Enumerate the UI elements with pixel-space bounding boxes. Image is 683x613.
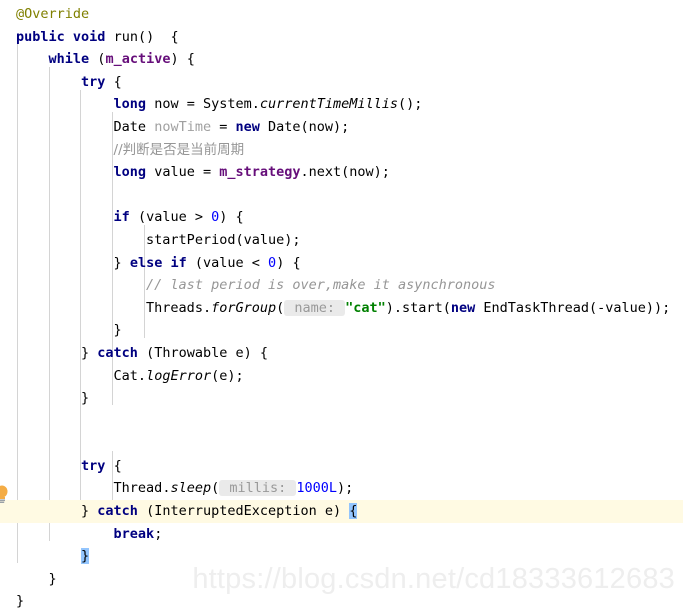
field-m-strategy: m_strategy [219, 164, 301, 181]
field-m-active: m_active [105, 51, 171, 68]
param-hint-millis: millis: [219, 480, 297, 497]
code-line[interactable]: Thread.sleep( millis: 1000L); [0, 477, 683, 500]
code-line[interactable]: startPeriod(value); [0, 229, 683, 252]
number-1000L: 1000L [296, 480, 338, 497]
code-line[interactable]: try { [0, 71, 683, 94]
code-line[interactable]: break; [0, 523, 683, 546]
code-line[interactable] [0, 432, 683, 455]
string-cat: "cat" [345, 299, 386, 316]
code-line[interactable]: if (value > 0) { [0, 206, 683, 229]
code-line[interactable]: long value = m_strategy.next(now); [0, 161, 683, 184]
code-line[interactable]: //判断是否是当前周期 [0, 139, 683, 162]
matched-brace-open: { [349, 503, 358, 520]
code-lines: @Override public void run() { while (m_a… [0, 0, 683, 613]
param-hint-name: name: [284, 299, 346, 316]
code-line[interactable]: try { [0, 455, 683, 478]
code-line[interactable]: } [0, 387, 683, 410]
unused-variable-nowtime: nowTime [154, 118, 212, 135]
code-line[interactable] [0, 184, 683, 207]
code-line[interactable]: Date nowTime = new Date(now); [0, 116, 683, 139]
code-line[interactable]: Cat.logError(e); [0, 365, 683, 388]
code-line[interactable]: } [0, 319, 683, 342]
code-line[interactable]: public void run() { [0, 26, 683, 49]
code-line[interactable]: } catch (Throwable e) { [0, 342, 683, 365]
code-editor[interactable]: @Override public void run() { while (m_a… [0, 0, 683, 609]
code-line[interactable]: Threads.forGroup( name: "cat").start(new… [0, 297, 683, 320]
annotation-override: @Override [16, 6, 90, 22]
chinese-comment: //判断是否是当前周期 [113, 141, 245, 158]
async-comment: // last period is over,make it asynchron… [146, 277, 496, 294]
code-line[interactable]: while (m_active) { [0, 48, 683, 71]
watermark: https://blog.csdn.net/cd18333612683 [192, 563, 675, 596]
matched-brace-close: } [81, 548, 90, 565]
lightbulb-icon[interactable] [0, 484, 10, 504]
code-line[interactable] [0, 410, 683, 433]
code-line[interactable]: } else if (value < 0) { [0, 252, 683, 275]
code-line[interactable]: @Override [0, 3, 683, 26]
code-line[interactable]: long now = System.currentTimeMillis(); [0, 93, 683, 116]
code-line[interactable]: // last period is over,make it asynchron… [0, 274, 683, 297]
code-line-highlighted[interactable]: } catch (InterruptedException e) { [0, 500, 683, 523]
